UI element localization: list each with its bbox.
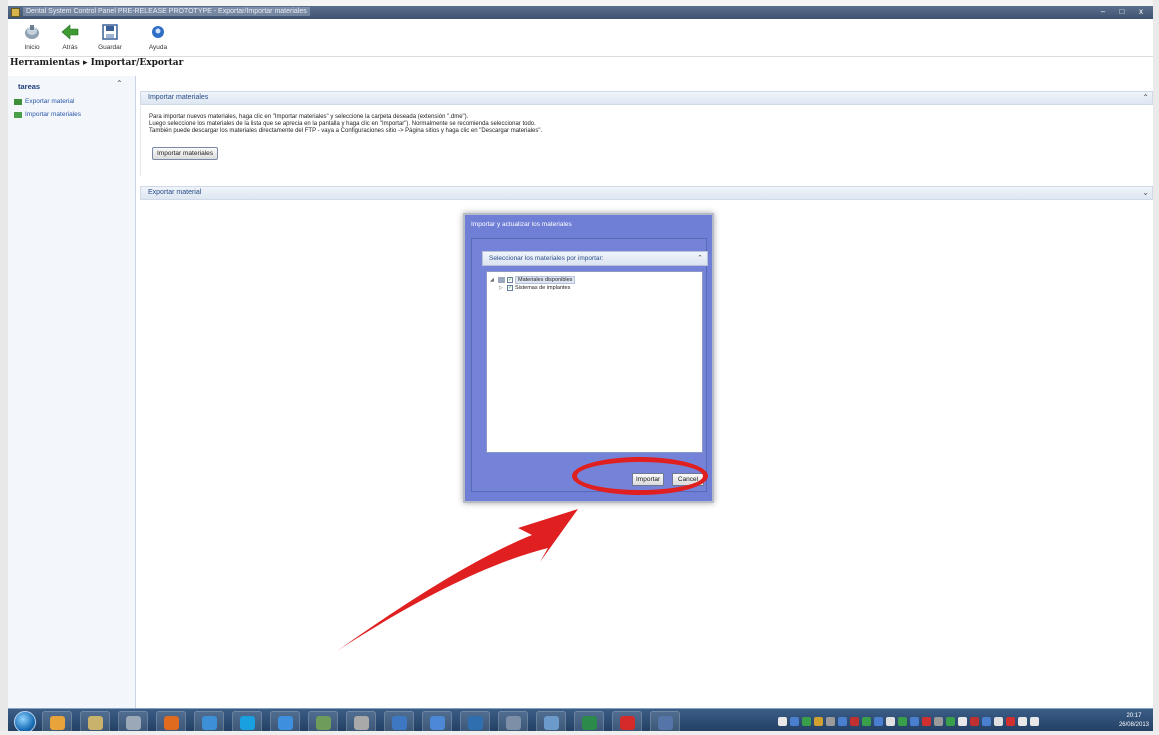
tray-icon[interactable] xyxy=(838,717,847,726)
tray-icon[interactable] xyxy=(946,717,955,726)
tray-icon[interactable] xyxy=(1030,717,1039,726)
frame-bottom xyxy=(0,731,1159,735)
tray-icon[interactable] xyxy=(862,717,871,726)
annotation-arrow xyxy=(337,509,578,651)
sumatra-icon xyxy=(88,716,103,730)
tray-icon[interactable] xyxy=(1018,717,1027,726)
paint-icon xyxy=(354,716,369,730)
acrobat-icon xyxy=(620,716,635,730)
tray-icon[interactable] xyxy=(826,717,835,726)
clock-date: 26/08/2013 xyxy=(1118,722,1149,728)
tray-icon[interactable] xyxy=(886,717,895,726)
clock-time: 20:17 xyxy=(1126,713,1142,719)
outlook-icon xyxy=(392,716,407,730)
remote-icon xyxy=(658,716,673,730)
tray-icon[interactable] xyxy=(994,717,1003,726)
tray-icon[interactable] xyxy=(802,717,811,726)
tray-icon[interactable] xyxy=(898,717,907,726)
tray-icon[interactable] xyxy=(982,717,991,726)
messenger-icon xyxy=(278,716,293,730)
screenshot: Dental System Control Panel PRE-RELEASE … xyxy=(0,0,1159,735)
tray-icon[interactable] xyxy=(910,717,919,726)
tray-icon[interactable] xyxy=(934,717,943,726)
tray-icon[interactable] xyxy=(874,717,883,726)
tray-icon[interactable] xyxy=(778,717,787,726)
chrome-icon xyxy=(50,716,65,730)
explorer-icon xyxy=(506,716,521,730)
taskbar-clock[interactable]: 20:17 26/08/2013 xyxy=(1119,712,1149,730)
tray-icon[interactable] xyxy=(850,717,859,726)
tool-icon xyxy=(126,716,141,730)
dental-app-icon xyxy=(468,716,483,730)
red-arrow-icon xyxy=(337,509,578,651)
tray-icon[interactable] xyxy=(970,717,979,726)
internet-explorer-icon xyxy=(202,716,217,730)
tray-icon[interactable] xyxy=(1006,717,1015,726)
tray-icon[interactable] xyxy=(814,717,823,726)
tray-icon[interactable] xyxy=(958,717,967,726)
skype-icon xyxy=(240,716,255,730)
tray-icon[interactable] xyxy=(790,717,799,726)
network-icon xyxy=(316,716,331,730)
firefox-icon xyxy=(164,716,179,730)
media-player-icon xyxy=(430,716,445,730)
start-button[interactable] xyxy=(14,711,36,733)
photos-icon xyxy=(544,716,559,730)
excel-icon xyxy=(582,716,597,730)
tray-icon[interactable] xyxy=(922,717,931,726)
system-tray xyxy=(778,717,1039,727)
